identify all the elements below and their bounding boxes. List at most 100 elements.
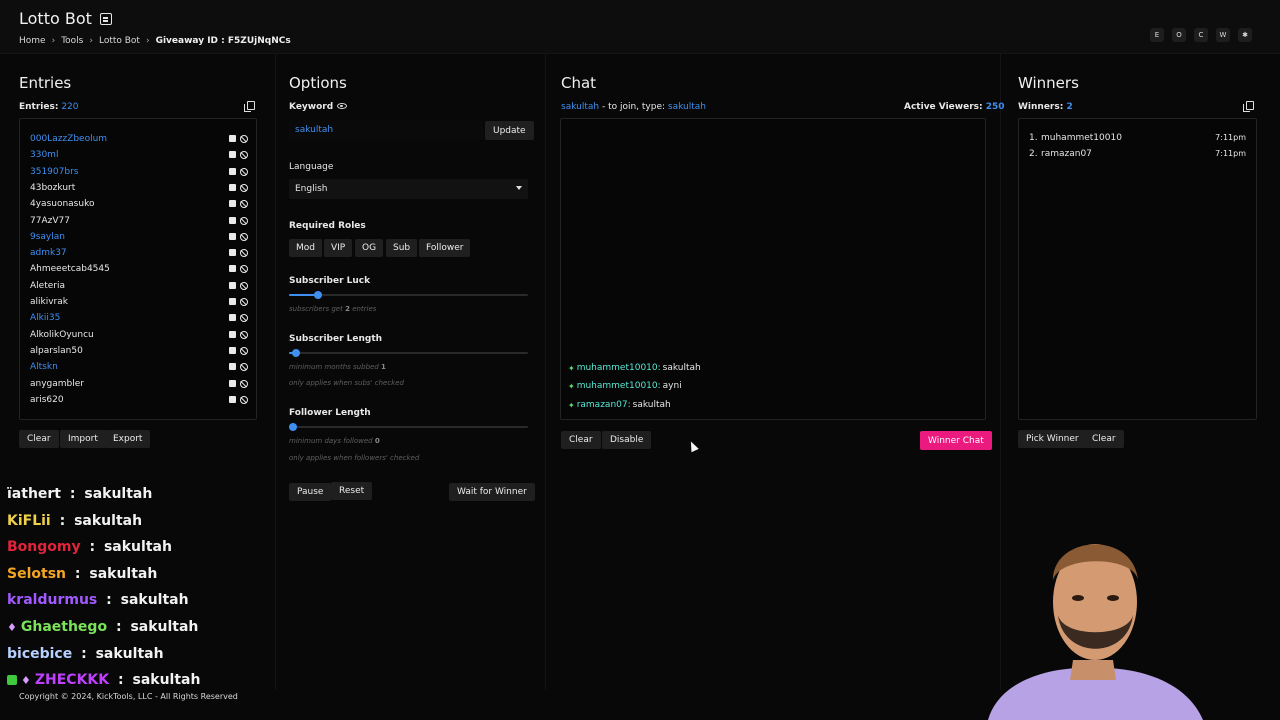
ban-icon[interactable] <box>240 265 248 274</box>
checkbox-icon[interactable] <box>229 395 236 403</box>
entry-row[interactable]: 43bozkurt <box>30 181 248 195</box>
app-title-text: Lotto Bot <box>19 9 92 28</box>
entry-row[interactable]: 77AzV77 <box>30 214 248 228</box>
chat-box[interactable]: ✦ muhammet10010: sakultah ✦ muhammet1001… <box>560 118 986 420</box>
entry-row[interactable]: anygambler <box>30 377 248 391</box>
follower-length-slider[interactable] <box>289 423 528 431</box>
eye-icon[interactable] <box>337 103 347 109</box>
language-select[interactable]: English <box>289 179 528 199</box>
checkbox-icon[interactable] <box>229 379 236 387</box>
breadcrumb-home[interactable]: Home <box>19 36 46 46</box>
role-vip[interactable]: VIP <box>324 239 353 257</box>
ban-icon[interactable] <box>240 281 248 290</box>
sub-luck-slider[interactable] <box>289 291 528 299</box>
ban-icon[interactable] <box>240 183 248 192</box>
entry-row[interactable]: 4yasuonasuko <box>30 197 248 211</box>
overlay-chat-text: sakultah <box>132 672 201 689</box>
chat-user[interactable]: ramazan07: <box>577 400 631 410</box>
breadcrumb-lotto[interactable]: Lotto Bot <box>99 36 140 46</box>
ban-icon[interactable] <box>240 298 248 306</box>
entry-row[interactable]: 9saylan <box>30 230 248 244</box>
sub-length-slider[interactable] <box>289 349 528 357</box>
ban-icon[interactable] <box>240 395 248 404</box>
checkbox-icon[interactable] <box>229 183 236 191</box>
slider-thumb[interactable] <box>289 423 297 431</box>
checkbox-icon[interactable] <box>229 200 236 208</box>
ban-icon[interactable] <box>240 363 248 372</box>
import-button[interactable]: Import <box>60 430 106 448</box>
entry-row[interactable]: 351907brs <box>30 165 248 179</box>
pick-winner-button[interactable]: Pick Winner <box>1018 430 1087 448</box>
toggle-options-chip[interactable]: O <box>1172 28 1186 42</box>
ban-icon[interactable] <box>240 216 248 225</box>
winner-row[interactable]: 2. ramazan07 7:11pm <box>1029 149 1246 159</box>
ban-icon[interactable] <box>240 379 248 388</box>
copy-winners-icon[interactable] <box>1243 101 1254 112</box>
role-og[interactable]: OG <box>355 239 384 257</box>
entry-row[interactable]: aris620 <box>30 393 248 407</box>
entry-row[interactable]: Altskn <box>30 360 248 374</box>
checkbox-icon[interactable] <box>229 363 236 371</box>
toggle-entries-chip[interactable]: E <box>1150 28 1164 42</box>
role-mod[interactable]: Mod <box>289 239 322 257</box>
winner-chat-button[interactable]: Winner Chat <box>920 431 992 450</box>
export-button[interactable]: Export <box>105 430 151 448</box>
entry-name: aris620 <box>30 394 64 405</box>
chat-user[interactable]: muhammet10010: <box>577 363 661 373</box>
winner-row[interactable]: 1. muhammet10010 7:11pm <box>1029 133 1246 143</box>
entries-list[interactable]: 000LazzZbeolum 330ml 351907brs 43bozkurt 4ya… <box>19 118 257 420</box>
ban-icon[interactable] <box>240 232 248 241</box>
entry-row[interactable]: Ahmeeetcab4545 <box>30 262 248 276</box>
checkbox-icon[interactable] <box>229 330 236 338</box>
slider-thumb[interactable] <box>313 291 322 299</box>
ban-icon[interactable] <box>240 135 248 143</box>
settings-icon[interactable]: ✱ <box>1238 28 1252 42</box>
entry-row[interactable]: Alkii35 <box>30 311 248 325</box>
entry-row[interactable]: admk37 <box>30 246 248 260</box>
breadcrumb-tools[interactable]: Tools <box>61 36 83 46</box>
ban-icon[interactable] <box>240 200 248 209</box>
entry-row[interactable]: Aleteria <box>30 279 248 293</box>
ban-icon[interactable] <box>240 151 248 160</box>
copy-entries-icon[interactable] <box>244 101 255 112</box>
disable-chat-button[interactable]: Disable <box>602 431 652 449</box>
entry-row[interactable]: alparslan50 <box>30 344 248 358</box>
entry-row[interactable]: alikivrak <box>30 295 248 309</box>
slider-thumb[interactable] <box>292 349 301 357</box>
checkbox-icon[interactable] <box>229 314 236 322</box>
clear-chat-button[interactable]: Clear <box>561 431 601 449</box>
checkbox-icon[interactable] <box>229 135 236 142</box>
role-follower[interactable]: Follower <box>419 239 471 257</box>
ban-icon[interactable] <box>240 330 248 339</box>
ban-icon[interactable] <box>240 346 248 355</box>
checkbox-icon[interactable] <box>229 281 236 289</box>
role-sub[interactable]: Sub <box>386 239 418 257</box>
ban-icon[interactable] <box>240 167 248 176</box>
wait-for-winner-button[interactable]: Wait for Winner <box>449 483 535 501</box>
clear-winners-button[interactable]: Clear <box>1084 430 1124 448</box>
clear-entries-button[interactable]: Clear <box>19 430 59 448</box>
entry-row[interactable]: AlkolikOyuncu <box>30 328 248 342</box>
reset-button[interactable]: Reset <box>331 482 373 500</box>
checkbox-icon[interactable] <box>229 232 236 240</box>
entry-row[interactable]: 000LazzZbeolum <box>30 132 248 146</box>
checkbox-icon[interactable] <box>229 346 236 354</box>
update-button[interactable]: Update <box>485 121 534 140</box>
join-keyword: sakultah <box>667 102 707 112</box>
keyword-input[interactable]: sakultah <box>289 120 483 140</box>
ban-icon[interactable] <box>240 314 248 323</box>
checkbox-icon[interactable] <box>229 167 236 175</box>
pause-button[interactable]: Pause <box>289 483 332 501</box>
checkbox-icon[interactable] <box>229 249 236 257</box>
checkbox-icon[interactable] <box>229 265 236 273</box>
toggle-chat-chip[interactable]: C <box>1194 28 1208 42</box>
entry-name: alikivrak <box>30 297 68 307</box>
chat-user[interactable]: muhammet10010: <box>577 381 661 391</box>
checkbox-icon[interactable] <box>229 298 236 305</box>
toggle-winners-chip[interactable]: W <box>1216 28 1230 42</box>
checkbox-icon[interactable] <box>229 216 236 224</box>
divider <box>275 54 276 690</box>
ban-icon[interactable] <box>240 249 248 258</box>
entry-row[interactable]: 330ml <box>30 148 248 162</box>
checkbox-icon[interactable] <box>229 151 236 159</box>
